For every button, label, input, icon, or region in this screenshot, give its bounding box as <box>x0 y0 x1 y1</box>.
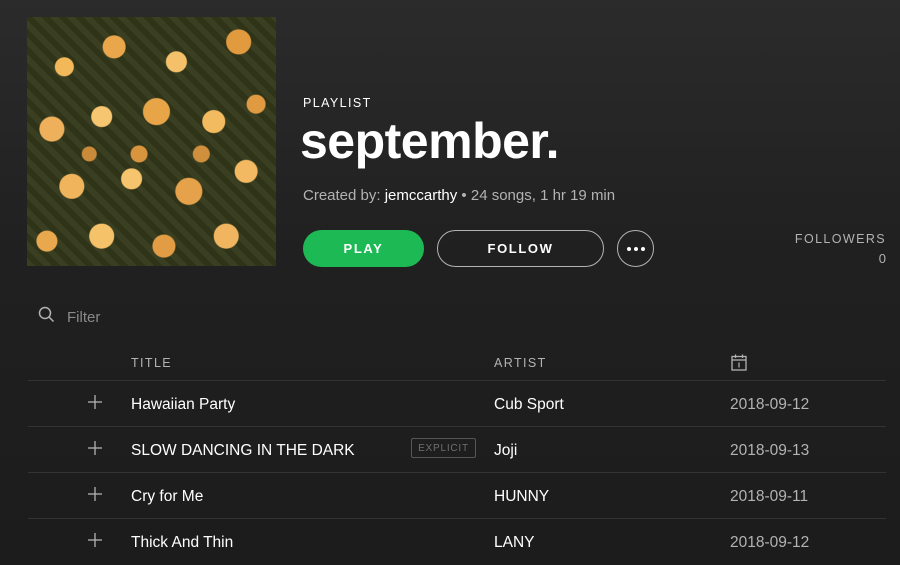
add-icon[interactable] <box>86 393 104 411</box>
track-title[interactable]: Hawaiian Party <box>131 396 235 414</box>
track-row[interactable]: Thick And Thin LANY 2018-09-12 <box>28 519 886 565</box>
follow-button[interactable]: FOLLOW <box>437 230 604 267</box>
play-button[interactable]: PLAY <box>303 230 424 267</box>
column-header-title[interactable]: TITLE <box>131 356 172 370</box>
filter-input[interactable] <box>67 308 267 326</box>
track-date-added: 2018-09-12 <box>730 396 810 413</box>
followers-block: FOLLOWERS 0 <box>795 232 886 266</box>
track-date-added: 2018-09-13 <box>730 442 810 459</box>
playlist-meta: Created by: jemccarthy • 24 songs, 1 hr … <box>303 187 615 204</box>
add-icon[interactable] <box>86 439 104 457</box>
filter-bar <box>38 306 267 328</box>
track-date-added: 2018-09-12 <box>730 534 810 551</box>
add-icon[interactable] <box>86 531 104 549</box>
search-icon <box>38 306 55 328</box>
track-artist[interactable]: LANY <box>494 534 535 552</box>
more-options-button[interactable] <box>617 230 654 267</box>
track-title[interactable]: Thick And Thin <box>131 534 233 552</box>
track-artist[interactable]: Cub Sport <box>494 396 564 414</box>
column-header-date[interactable] <box>731 354 747 374</box>
column-header-artist[interactable]: ARTIST <box>494 356 547 370</box>
track-artist[interactable]: HUNNY <box>494 488 549 506</box>
track-title[interactable]: Cry for Me <box>131 488 203 506</box>
playlist-title: september. <box>300 113 560 169</box>
owner-link[interactable]: jemccarthy <box>385 187 458 204</box>
track-title[interactable]: SLOW DANCING IN THE DARK <box>131 442 355 460</box>
playlist-cover-image <box>27 17 276 266</box>
track-date-added: 2018-09-11 <box>730 488 809 505</box>
followers-label: FOLLOWERS <box>794 232 886 246</box>
created-by-label: Created by: <box>303 187 381 204</box>
followers-count: 0 <box>878 251 886 266</box>
more-icon <box>625 246 646 251</box>
add-icon[interactable] <box>86 485 104 503</box>
playlist-header: PLAYLIST <box>303 94 372 112</box>
explicit-badge: EXPLICIT <box>411 438 476 458</box>
track-artist[interactable]: Joji <box>494 442 517 460</box>
track-row[interactable]: Hawaiian Party Cub Sport 2018-09-12 <box>28 381 886 427</box>
track-row[interactable]: SLOW DANCING IN THE DARK EXPLICIT Joji 2… <box>28 427 886 473</box>
playlist-type-label: PLAYLIST <box>303 96 372 110</box>
playlist-stats: 24 songs, 1 hr 19 min <box>470 187 616 204</box>
track-row[interactable]: Cry for Me HUNNY 2018-09-11 <box>28 473 886 519</box>
calendar-icon <box>731 354 747 374</box>
meta-separator: • <box>461 187 467 204</box>
